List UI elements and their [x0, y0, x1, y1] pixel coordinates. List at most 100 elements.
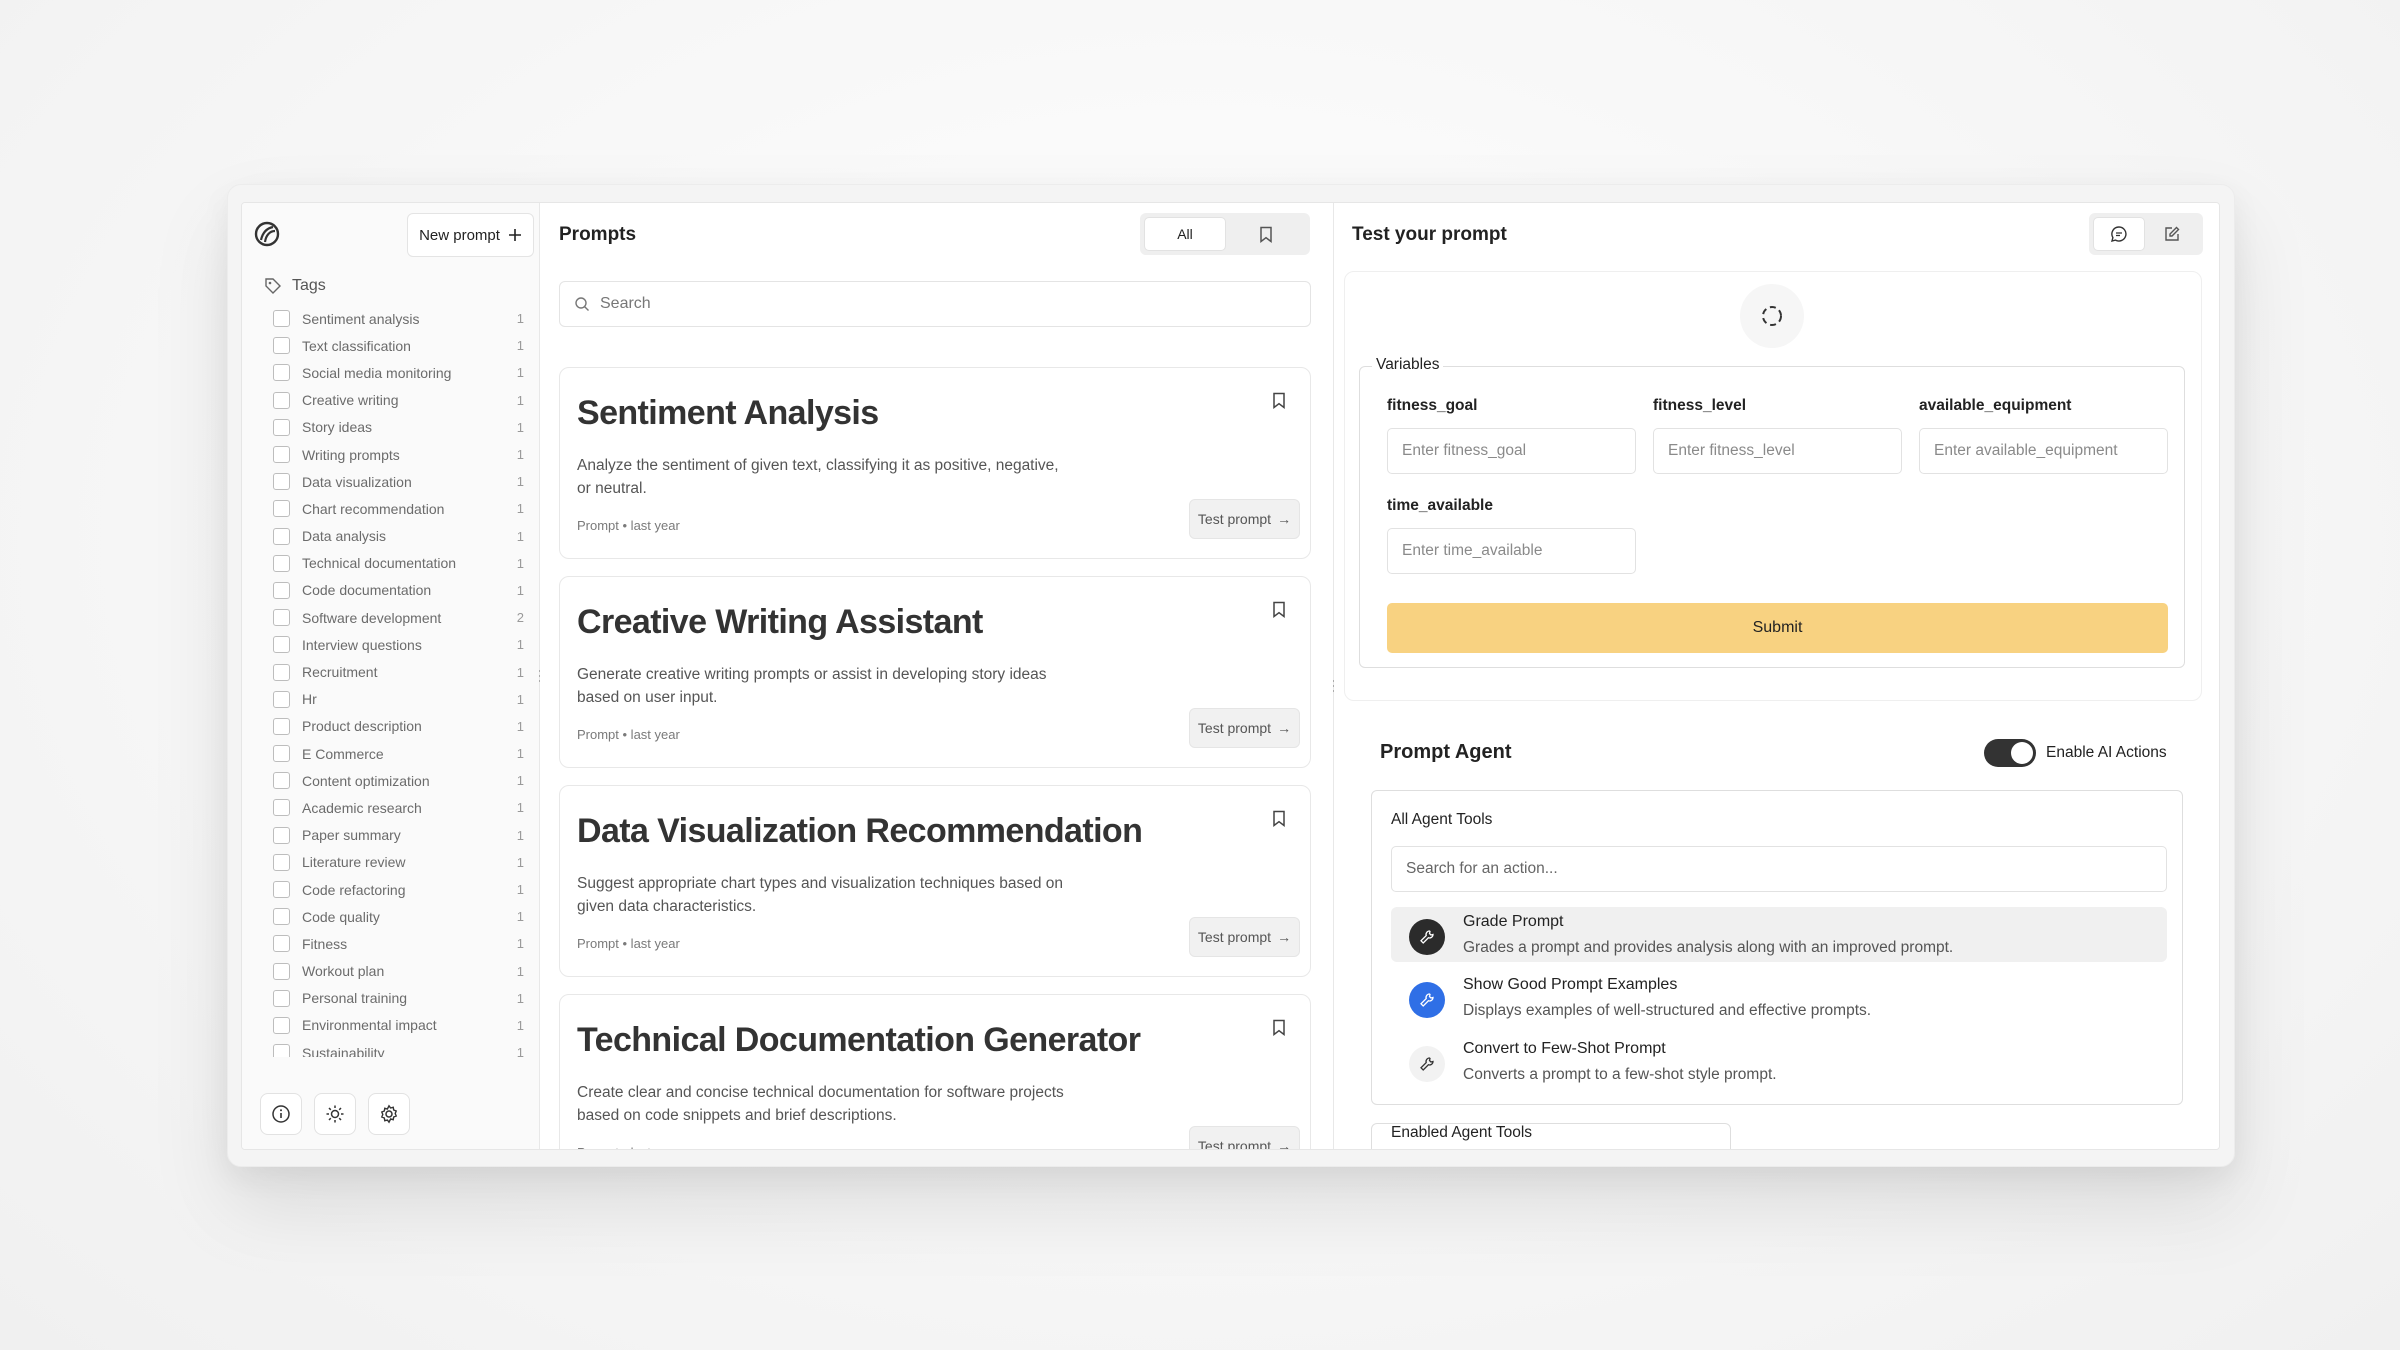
tag-checkbox[interactable]: [273, 418, 290, 436]
available-equipment-field[interactable]: [1919, 428, 2168, 474]
tag-item[interactable]: Text classification 1: [242, 332, 540, 359]
tag-checkbox[interactable]: [273, 908, 290, 926]
tag-checkbox[interactable]: [273, 663, 290, 681]
tag-checkbox[interactable]: [273, 1016, 290, 1034]
filter-all-tab[interactable]: All: [1144, 217, 1226, 251]
filter-bookmarked-tab[interactable]: [1226, 226, 1306, 243]
prompt-card-description: Suggest appropriate chart types and visu…: [577, 875, 1063, 915]
tag-item[interactable]: Writing prompts 1: [242, 441, 540, 468]
tag-checkbox[interactable]: [273, 527, 290, 545]
test-prompt-button[interactable]: Test prompt →: [1189, 1126, 1300, 1149]
tag-label: Data analysis: [302, 528, 387, 545]
tag-item[interactable]: Sentiment analysis 1: [242, 305, 540, 332]
tag-checkbox[interactable]: [273, 364, 290, 382]
prompt-search[interactable]: Search: [559, 281, 1311, 327]
time-available-field[interactable]: [1387, 528, 1636, 574]
tag-checkbox[interactable]: [273, 853, 290, 871]
enable-ai-actions-toggle[interactable]: [1984, 739, 2036, 767]
tag-label: Fitness: [302, 935, 348, 952]
tag-count: 1: [516, 990, 524, 1006]
test-prompt-button[interactable]: Test prompt →: [1189, 917, 1300, 957]
tag-checkbox[interactable]: [273, 690, 290, 708]
tag-checkbox[interactable]: [273, 1044, 290, 1057]
info-button[interactable]: [260, 1093, 302, 1135]
action-search-input[interactable]: [1391, 846, 2167, 892]
submit-button[interactable]: Submit: [1387, 603, 2168, 653]
tag-item[interactable]: Story ideas 1: [242, 414, 540, 441]
prompts-title: Prompts: [559, 224, 637, 245]
bookmark-icon[interactable]: [1272, 601, 1286, 623]
edit-view-button[interactable]: [2145, 225, 2199, 243]
tag-item[interactable]: Personal training 1: [242, 985, 540, 1012]
tag-item[interactable]: Creative writing 1: [242, 387, 540, 414]
tag-checkbox[interactable]: [273, 473, 290, 491]
prompt-card[interactable]: Creative Writing Assistant Generate creat…: [559, 576, 1311, 768]
tag-checkbox[interactable]: [273, 310, 290, 328]
tag-item[interactable]: Code quality 1: [242, 903, 540, 930]
tag-checkbox[interactable]: [273, 636, 290, 654]
tag-count: 1: [516, 936, 524, 952]
tag-item[interactable]: Chart recommendation 1: [242, 495, 540, 522]
tag-item[interactable]: Content optimization 1: [242, 767, 540, 794]
tag-checkbox[interactable]: [273, 826, 290, 844]
tag-item[interactable]: Code refactoring 1: [242, 876, 540, 903]
tag-checkbox[interactable]: [273, 446, 290, 464]
search-icon: [575, 297, 589, 311]
tag-item[interactable]: Environmental impact 1: [242, 1012, 540, 1039]
tag-item[interactable]: Data analysis 1: [242, 523, 540, 550]
tag-item[interactable]: Data visualization 1: [242, 468, 540, 495]
tag-item[interactable]: Software development 2: [242, 604, 540, 631]
tag-checkbox[interactable]: [273, 717, 290, 735]
view-switcher: [2089, 213, 2203, 255]
tag-item[interactable]: Recruitment 1: [242, 658, 540, 685]
tag-checkbox[interactable]: [273, 500, 290, 518]
tag-checkbox[interactable]: [273, 581, 290, 599]
prompt-card[interactable]: Technical Documentation Generator Create …: [559, 994, 1311, 1149]
tag-item[interactable]: Academic research 1: [242, 794, 540, 821]
test-prompt-button[interactable]: Test prompt →: [1189, 499, 1300, 539]
tag-checkbox[interactable]: [273, 962, 290, 980]
bookmark-icon[interactable]: [1272, 392, 1286, 414]
bookmark-icon[interactable]: [1272, 810, 1286, 832]
tag-checkbox[interactable]: [273, 745, 290, 763]
theme-toggle-button[interactable]: [314, 1093, 356, 1135]
settings-button[interactable]: [368, 1093, 410, 1135]
test-prompt-label: Test prompt: [1197, 720, 1272, 736]
tag-checkbox[interactable]: [273, 799, 290, 817]
test-prompt-button[interactable]: Test prompt →: [1189, 708, 1300, 748]
tag-checkbox[interactable]: [273, 935, 290, 953]
bookmark-icon[interactable]: [1272, 1019, 1286, 1041]
tag-checkbox[interactable]: [273, 989, 290, 1007]
tag-item[interactable]: Paper summary 1: [242, 822, 540, 849]
prompt-card-description: Analyze the sentiment of given text, cla…: [577, 457, 1059, 497]
tag-item[interactable]: Fitness 1: [242, 930, 540, 957]
tag-checkbox[interactable]: [273, 337, 290, 355]
fitness-level-field[interactable]: [1653, 428, 1902, 474]
tag-checkbox[interactable]: [273, 881, 290, 899]
tag-item[interactable]: Social media monitoring 1: [242, 359, 540, 386]
tool-show-good-prompt-examples[interactable]: Show Good Prompt Examples Displays examp…: [1391, 970, 2167, 1025]
tool-description: Grades a prompt and provides analysis al…: [1463, 939, 1954, 956]
tool-convert-to-few-shot-prompt[interactable]: Convert to Few-Shot Prompt Converts a pr…: [1391, 1034, 2167, 1089]
tag-checkbox[interactable]: [273, 554, 290, 572]
fitness-goal-field[interactable]: [1387, 428, 1636, 474]
tag-item[interactable]: E Commerce 1: [242, 740, 540, 767]
tag-checkbox[interactable]: [273, 391, 290, 409]
tag-checkbox[interactable]: [273, 772, 290, 790]
prompt-card[interactable]: Sentiment Analysis Analyze the sentiment …: [559, 367, 1311, 559]
app-logo-icon[interactable]: [254, 221, 280, 247]
tag-item[interactable]: Workout plan 1: [242, 958, 540, 985]
tag-item[interactable]: Hr 1: [242, 686, 540, 713]
chat-view-button[interactable]: [2093, 217, 2145, 251]
tag-item[interactable]: Technical documentation 1: [242, 550, 540, 577]
tag-checkbox[interactable]: [273, 609, 290, 627]
tag-item[interactable]: Code documentation 1: [242, 577, 540, 604]
tag-item[interactable]: Product description 1: [242, 713, 540, 740]
wrench-icon: [1409, 919, 1445, 955]
tag-item[interactable]: Interview questions 1: [242, 631, 540, 658]
prompt-card[interactable]: Data Visualization Recommendation Suggest…: [559, 785, 1311, 977]
tag-item[interactable]: Literature review 1: [242, 849, 540, 876]
tool-grade-prompt[interactable]: Grade Prompt Grades a prompt and provide…: [1391, 907, 2167, 962]
tag-item[interactable]: Sustainability 1: [242, 1039, 540, 1057]
new-prompt-button[interactable]: New prompt: [407, 213, 534, 257]
